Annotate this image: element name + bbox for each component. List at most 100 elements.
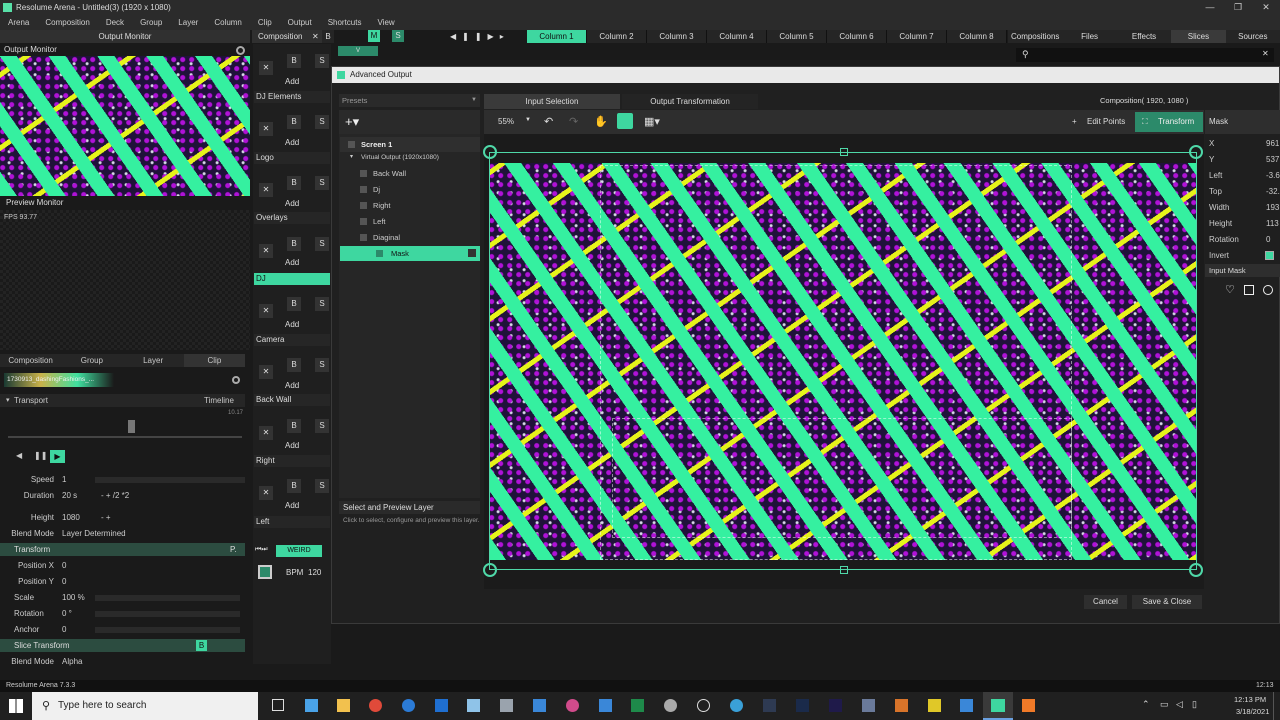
menu-shortcuts[interactable]: Shortcuts [320, 15, 370, 30]
tree-checkbox[interactable] [348, 141, 355, 148]
blend-dropdown[interactable]: Layer Determined [62, 527, 126, 541]
calculator-icon[interactable] [500, 699, 513, 712]
menu-composition[interactable]: Composition [37, 15, 97, 30]
photoshop-icon[interactable] [796, 699, 809, 712]
layer-add-button[interactable]: Add [285, 258, 299, 267]
mask-rotation-value[interactable]: 0 [1266, 235, 1270, 244]
column-5[interactable]: Column 5 [767, 30, 827, 43]
hand-icon[interactable]: ✋ [594, 115, 608, 128]
tree-checkbox[interactable] [360, 234, 367, 241]
layer-name-dj-elements[interactable]: DJ Elements [254, 91, 330, 103]
layer-add-button[interactable]: Add [285, 501, 299, 510]
tap-tempo-button[interactable] [258, 565, 272, 579]
bpm-value[interactable]: 120 [308, 568, 321, 577]
layer-b-button[interactable]: B [287, 419, 301, 433]
layer-s-button[interactable]: S [315, 358, 329, 372]
layer-s-button[interactable]: S [315, 419, 329, 433]
duration-ops[interactable]: - + /2 *2 [101, 489, 129, 503]
anchor-slider[interactable] [95, 627, 240, 633]
menu-layer[interactable]: Layer [170, 15, 206, 30]
cancel-button[interactable]: Cancel [1084, 595, 1127, 609]
composition-v-fader[interactable]: V [338, 46, 378, 56]
layer-close-button[interactable]: ✕ [259, 304, 273, 318]
zoom-dropdown[interactable]: 55% [498, 117, 514, 126]
file-explorer-icon[interactable] [337, 699, 350, 712]
redo-icon[interactable]: ↷ [569, 115, 578, 128]
layer-name-left[interactable]: Left [254, 516, 330, 528]
menu-arena[interactable]: Arena [0, 15, 37, 30]
mask-height-value[interactable]: 113 [1266, 219, 1279, 228]
maximize-button[interactable]: ❐ [1224, 0, 1252, 15]
layer-name-dj[interactable]: DJ [254, 273, 330, 285]
zoom-chevron-icon[interactable]: ▼ [525, 117, 531, 123]
taskbar-app-icon[interactable] [895, 699, 908, 712]
layer-add-button[interactable]: Add [285, 199, 299, 208]
taskbar-app-icon[interactable] [928, 699, 941, 712]
play-button[interactable]: ▶ [50, 450, 65, 463]
tree-back-wall[interactable]: Back Wall [340, 166, 480, 181]
transform-p-button[interactable]: P. [230, 543, 237, 556]
layer-add-button[interactable]: Add [285, 320, 299, 329]
layer-add-button[interactable]: Add [285, 77, 299, 86]
composition-m-button[interactable]: M [368, 30, 380, 42]
anchor-value[interactable]: 0 [62, 623, 66, 637]
timeline-dropdown[interactable]: Timeline [204, 394, 234, 407]
height-ops[interactable]: - + [101, 511, 111, 525]
layer-b-button[interactable]: B [287, 176, 301, 190]
layer-s-button[interactable]: S [315, 237, 329, 251]
excel-icon[interactable] [631, 699, 644, 712]
tree-virtual-output[interactable]: ▾ Virtual Output (1920x1080) [340, 150, 480, 165]
scale-slider[interactable] [95, 595, 240, 601]
rotate-handle[interactable] [1189, 563, 1203, 577]
taskbar-app-icon[interactable] [960, 699, 973, 712]
grid-icon[interactable]: ▦▾ [644, 115, 660, 128]
taskbar-app-icon[interactable] [566, 699, 579, 712]
composition-s-button[interactable]: S [392, 30, 404, 42]
layer-close-button[interactable]: ✕ [259, 244, 273, 258]
tree-mask[interactable]: Mask [340, 246, 480, 261]
clock-time[interactable]: 12:13 PM [1234, 695, 1266, 704]
mask-left-value[interactable]: -3.6 [1266, 171, 1280, 180]
lightroom-icon[interactable] [763, 699, 776, 712]
tab-compositions[interactable]: Compositions [1008, 30, 1063, 43]
layer-b-button[interactable]: B [287, 115, 301, 129]
scale-value[interactable]: 100 % [62, 591, 85, 605]
layer-s-button[interactable]: S [315, 54, 329, 68]
column-1[interactable]: Column 1 [527, 30, 587, 43]
tab-layer[interactable]: Layer [123, 354, 184, 367]
speed-value[interactable]: 1 [62, 473, 66, 487]
tab-effects[interactable]: Effects [1116, 30, 1172, 43]
network-icon[interactable]: ▭ [1160, 699, 1169, 710]
composition-tab[interactable]: Composition ✕ [252, 30, 330, 43]
menu-group[interactable]: Group [132, 15, 170, 30]
layer-close-button[interactable]: ✕ [259, 122, 273, 136]
menu-deck[interactable]: Deck [98, 15, 132, 30]
layer-close-button[interactable]: ✕ [259, 183, 273, 197]
composition-b-button[interactable]: B [322, 30, 334, 43]
tree-checkbox[interactable] [360, 218, 367, 225]
deck-prev-next-icon[interactable]: ⏮⏭ [255, 546, 271, 556]
layer-s-button[interactable]: S [315, 297, 329, 311]
circle-shape-icon[interactable] [1263, 285, 1273, 295]
tree-checkbox[interactable] [376, 250, 383, 257]
chrome-icon[interactable] [369, 699, 382, 712]
heart-shape-icon[interactable]: ♡ [1225, 283, 1235, 296]
gear-icon[interactable] [236, 46, 245, 55]
taskbar-app-icon[interactable] [305, 699, 318, 712]
duration-value[interactable]: 20 s [62, 489, 77, 503]
add-icon[interactable]: +▾ [345, 114, 359, 130]
posx-value[interactable]: 0 [62, 559, 66, 573]
tree-checkbox[interactable] [360, 186, 367, 193]
presets-dropdown[interactable]: Presets ▼ [339, 94, 480, 107]
taskbar-search-box[interactable]: ⚲ Type here to search [32, 692, 258, 720]
undo-icon[interactable]: ↶ [544, 115, 553, 128]
tab-output-transformation[interactable]: Output Transformation [622, 94, 758, 109]
outlook-icon[interactable] [435, 699, 448, 712]
taskbar-app-icon[interactable] [599, 699, 612, 712]
scale-handle[interactable] [840, 148, 848, 156]
rotate-handle[interactable] [483, 563, 497, 577]
posy-value[interactable]: 0 [62, 575, 66, 589]
task-view-icon[interactable] [272, 699, 284, 711]
tree-diaginal[interactable]: Diaginal [340, 230, 480, 245]
layer-b-button[interactable]: B [287, 54, 301, 68]
